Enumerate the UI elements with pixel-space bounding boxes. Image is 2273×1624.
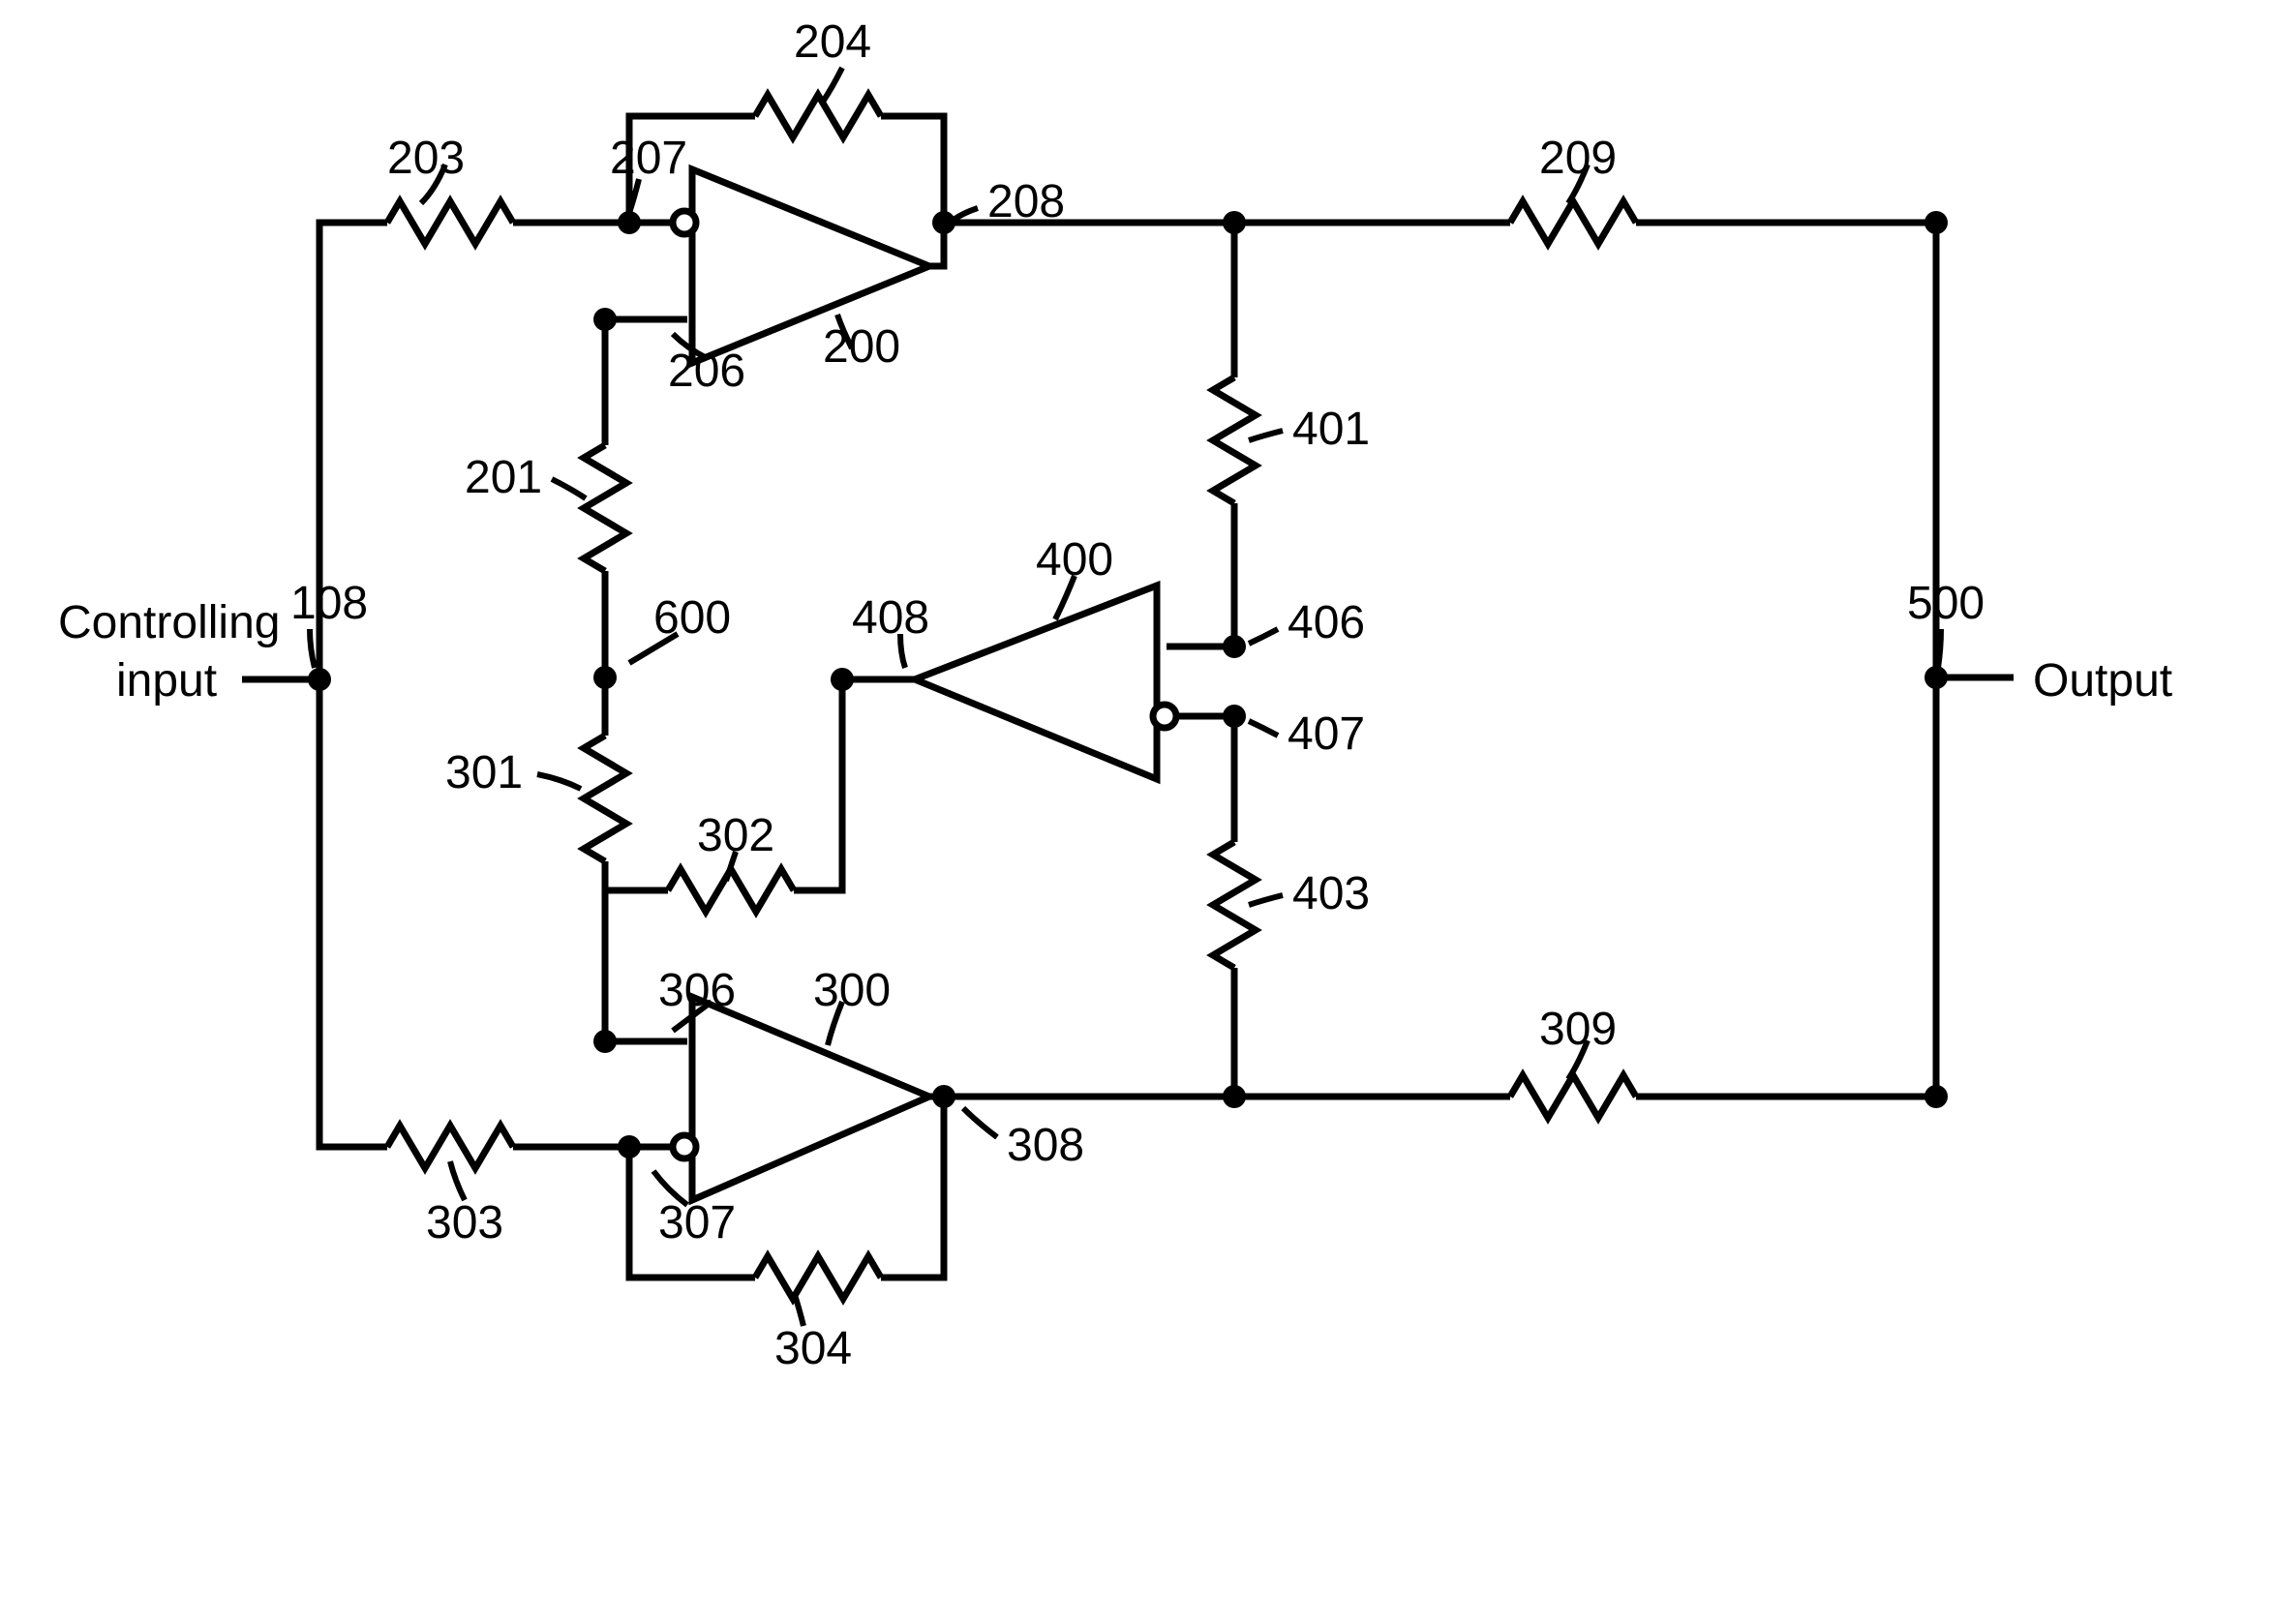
- ref-301: 301: [445, 750, 523, 797]
- ref-408: 408: [852, 595, 929, 642]
- ref-206: 206: [668, 348, 745, 395]
- ref-308: 308: [1007, 1123, 1084, 1169]
- ref-303: 303: [426, 1200, 503, 1247]
- ref-407: 407: [1288, 711, 1365, 758]
- output-label: Output: [2033, 658, 2172, 705]
- ref-400: 400: [1036, 537, 1113, 584]
- ref-302: 302: [697, 813, 774, 859]
- schematic-diagram: Controlling input Output 108 200 201 203…: [0, 0, 2273, 1624]
- ref-207: 207: [610, 135, 687, 182]
- ref-600: 600: [653, 595, 731, 642]
- ref-208: 208: [987, 179, 1065, 226]
- controlling-input-label-line1: Controlling: [58, 600, 280, 647]
- ref-309: 309: [1539, 1007, 1617, 1053]
- ref-108: 108: [290, 581, 368, 627]
- ref-406: 406: [1288, 600, 1365, 647]
- ref-304: 304: [774, 1326, 852, 1372]
- ref-300: 300: [813, 968, 891, 1014]
- ref-403: 403: [1292, 871, 1370, 917]
- ref-203: 203: [387, 135, 465, 182]
- ref-209: 209: [1539, 135, 1617, 182]
- ref-201: 201: [465, 455, 542, 501]
- ref-204: 204: [794, 19, 871, 66]
- ref-307: 307: [658, 1200, 736, 1247]
- schematic-svg: [0, 0, 2273, 1624]
- ref-401: 401: [1292, 406, 1370, 453]
- ref-500: 500: [1907, 581, 1985, 627]
- controlling-input-label-line2: input: [116, 658, 217, 705]
- ref-200: 200: [823, 324, 900, 371]
- ref-306: 306: [658, 968, 736, 1014]
